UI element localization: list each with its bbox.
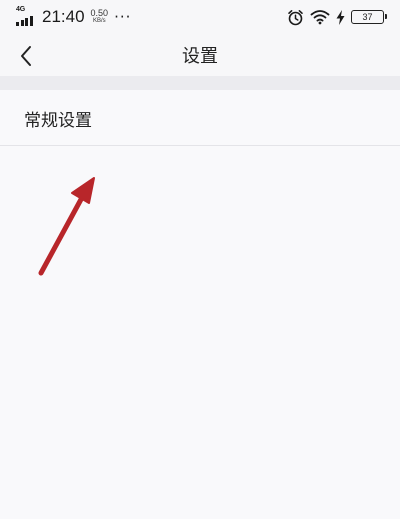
status-time: 21:40 xyxy=(42,7,85,26)
more-notifications-icon: ··· xyxy=(114,8,132,26)
general-settings-item[interactable]: 常规设置 xyxy=(0,90,400,146)
section-divider xyxy=(0,76,400,90)
battery-icon: 37 xyxy=(351,10,387,24)
nav-bar: 设置 xyxy=(0,34,400,76)
page-title: 设置 xyxy=(182,46,218,67)
network-type: 4G xyxy=(16,6,25,13)
battery-level: 37 xyxy=(362,12,373,22)
wifi-icon xyxy=(310,10,330,25)
status-bar: 4G 21:40 0.50 KB/s ··· 37 xyxy=(0,0,400,34)
general-settings-label: 常规设置 xyxy=(24,111,92,131)
charging-icon xyxy=(336,9,345,25)
status-left: 4G 21:40 0.50 KB/s ··· xyxy=(16,5,131,29)
content-area xyxy=(0,146,400,519)
alarm-icon xyxy=(288,9,303,25)
network-speed-value: 0.50 xyxy=(90,8,109,18)
network-speed: 0.50 KB/s xyxy=(91,9,109,25)
status-right: 37 xyxy=(287,7,387,27)
network-speed-unit: KB/s xyxy=(92,18,106,24)
signal-icon: 4G xyxy=(16,6,36,27)
